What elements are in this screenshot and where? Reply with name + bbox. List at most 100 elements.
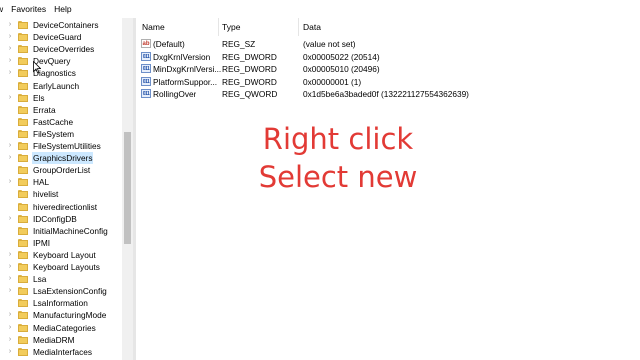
tree-item[interactable]: › IDConfigDB <box>0 213 122 225</box>
tree-scrollbar-thumb[interactable] <box>124 132 131 244</box>
tree-item[interactable]: › DeviceContainers <box>0 19 122 31</box>
tree-item[interactable]: FastCache <box>0 116 122 128</box>
value-type: REG_QWORD <box>222 89 278 100</box>
tree-item[interactable]: GroupOrderList <box>0 164 122 176</box>
folder-icon <box>18 117 28 126</box>
tree-item-label: EarlyLaunch <box>33 80 80 91</box>
chevron-right-icon[interactable]: › <box>6 94 14 102</box>
chevron-right-icon[interactable]: › <box>6 21 14 29</box>
tree-item[interactable]: › DeviceGuard <box>0 31 122 43</box>
value-row[interactable]: 011 MinDxgKrnlVersi... REG_DWORD 0x00005010… <box>136 63 640 75</box>
column-separator[interactable] <box>298 18 299 36</box>
tree-scrollbar[interactable] <box>122 18 133 360</box>
value-name: RollingOver <box>153 89 197 100</box>
folder-icon <box>18 347 28 356</box>
tree-item-label: MediaCategories <box>33 322 96 333</box>
chevron-right-icon[interactable]: › <box>6 178 14 186</box>
chevron-right-icon[interactable]: › <box>6 215 14 223</box>
value-row[interactable]: 011 RollingOver REG_QWORD 0x1d5be6a3baded0f… <box>136 88 640 100</box>
tree-item[interactable]: › DeviceOverrides <box>0 43 122 55</box>
chevron-right-icon <box>6 239 14 247</box>
value-row[interactable]: 011 DxgKrnlVersion REG_DWORD 0x00005022 (20… <box>136 51 640 63</box>
mouse-cursor-icon <box>33 61 41 74</box>
tree-item[interactable]: › ManufacturingMode <box>0 309 122 321</box>
chevron-right-icon[interactable]: › <box>6 324 14 332</box>
tree-item-label: GraphicsDrivers <box>32 152 94 165</box>
tree-item-label: IPMI <box>33 237 51 248</box>
tree-item[interactable]: EarlyLaunch <box>0 80 122 92</box>
column-separator[interactable] <box>218 18 219 36</box>
menu-view[interactable]: w <box>0 0 7 18</box>
chevron-right-icon[interactable]: › <box>6 142 14 150</box>
chevron-right-icon[interactable]: › <box>6 33 14 41</box>
tree-item-label: InitialMachineConfig <box>33 225 108 236</box>
tree-item-label: FileSystemUtilities <box>33 141 101 151</box>
tree-item[interactable]: IPMI <box>0 237 122 249</box>
tree-item[interactable]: InitialMachineConfig <box>0 225 122 237</box>
tree-item[interactable]: › Keyboard Layouts <box>0 261 122 273</box>
tree-item[interactable]: › GraphicsDrivers <box>0 152 122 165</box>
value-type: REG_SZ <box>222 39 256 49</box>
value-row[interactable]: ab (Default) REG_SZ (value not set) <box>136 38 640 50</box>
tree-item[interactable]: › Els <box>0 92 122 104</box>
tree-item[interactable]: hiveredirectionlist <box>0 201 122 213</box>
column-header-name[interactable]: Name <box>142 18 165 36</box>
tree-item[interactable]: › Keyboard Layout <box>0 249 122 261</box>
tree-item-label: ManufacturingMode <box>33 310 107 321</box>
folder-icon <box>18 129 28 138</box>
chevron-right-icon[interactable]: › <box>6 348 14 356</box>
tree-item-label: LsaExtensionConfig <box>33 286 107 297</box>
column-header-type[interactable]: Type <box>222 18 240 36</box>
menu-help[interactable]: Help <box>50 0 75 18</box>
tree-item[interactable]: FileSystem <box>0 128 122 140</box>
registry-key-tree: › DeviceContainers › DeviceGuard › DeviceOver… <box>0 18 122 360</box>
folder-icon <box>18 238 28 247</box>
chevron-right-icon[interactable]: › <box>6 336 14 344</box>
caption-line-2: Select new <box>258 160 418 194</box>
chevron-right-icon <box>6 227 14 235</box>
column-header-data[interactable]: Data <box>303 18 321 36</box>
tree-item[interactable]: hivelist <box>0 188 122 200</box>
value-name: MinDxgKrnlVersi... <box>153 64 222 75</box>
tree-item[interactable]: › FileSystemUtilities <box>0 140 122 152</box>
value-type: REG_DWORD <box>222 51 277 62</box>
tree-item-label: FastCache <box>33 116 74 127</box>
tree-item-label: Keyboard Layout <box>33 249 96 260</box>
value-data: 0x1d5be6a3baded0f (132221127554362639) <box>303 89 469 100</box>
tree-item[interactable]: › MediaCategories <box>0 322 122 334</box>
chevron-right-icon <box>6 166 14 174</box>
chevron-right-icon <box>6 118 14 126</box>
value-type: REG_DWORD <box>222 76 277 87</box>
binary-value-icon: 011 <box>141 76 151 86</box>
chevron-right-icon <box>6 203 14 211</box>
chevron-right-icon[interactable]: › <box>6 154 14 162</box>
tree-item[interactable]: › LsaExtensionConfig <box>0 285 122 297</box>
binary-value-icon: 011 <box>141 89 151 99</box>
tree-item[interactable]: › Diagnostics <box>0 67 122 79</box>
caption-line-1: Right click <box>262 122 414 156</box>
tree-item[interactable]: › HAL <box>0 176 122 188</box>
tree-item[interactable]: › DevQuery <box>0 55 122 67</box>
folder-icon <box>18 214 28 223</box>
tree-item-label: hiveredirectionlist <box>33 201 98 212</box>
chevron-right-icon <box>6 299 14 307</box>
chevron-right-icon[interactable]: › <box>6 287 14 295</box>
chevron-right-icon[interactable]: › <box>6 45 14 53</box>
chevron-right-icon[interactable]: › <box>6 57 14 65</box>
chevron-right-icon <box>6 106 14 114</box>
tree-item[interactable]: › MediaInterfaces <box>0 346 122 358</box>
menu-favorites[interactable]: Favorites <box>7 0 50 18</box>
value-row[interactable]: 011 PlatformSuppor... REG_DWORD 0x00000001 … <box>136 76 640 88</box>
tree-item[interactable]: Errata <box>0 104 122 116</box>
chevron-right-icon[interactable]: › <box>6 263 14 271</box>
chevron-right-icon[interactable]: › <box>6 311 14 319</box>
tree-item[interactable]: LsaInformation <box>0 297 122 309</box>
chevron-right-icon[interactable]: › <box>6 275 14 283</box>
chevron-right-icon[interactable]: › <box>6 251 14 259</box>
value-type: REG_DWORD <box>222 64 277 75</box>
tree-item-label: HAL <box>33 177 50 188</box>
tree-item[interactable]: › MediaDRM <box>0 334 122 346</box>
tree-item[interactable]: › Lsa <box>0 273 122 285</box>
chevron-right-icon[interactable]: › <box>6 69 14 77</box>
folder-icon <box>18 81 28 90</box>
